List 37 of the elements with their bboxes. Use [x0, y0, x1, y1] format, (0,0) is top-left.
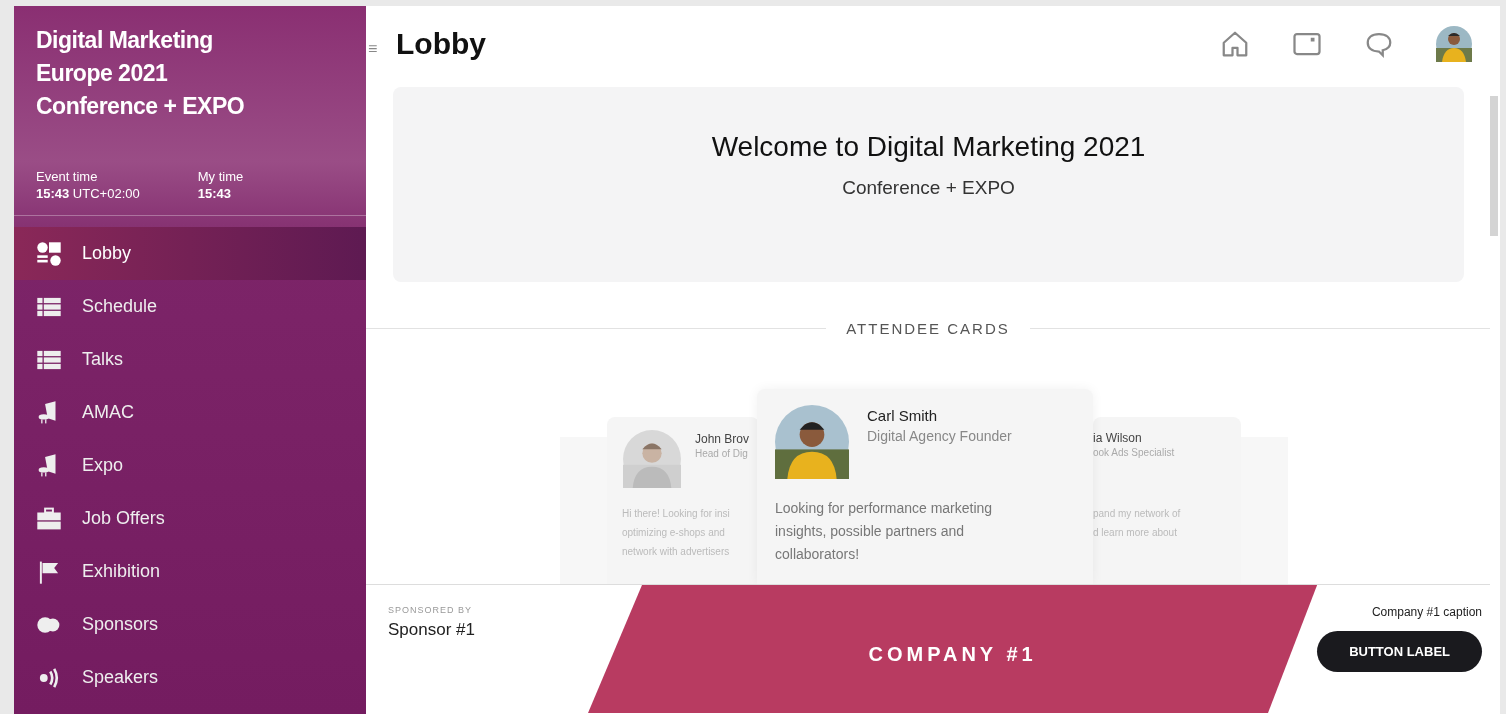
- welcome-title: Welcome to Digital Marketing 2021: [711, 131, 1146, 163]
- event-title: Digital Marketing Europe 2021 Conference + EXPO: [35, 26, 246, 121]
- sponsor-button[interactable]: BUTTON LABEL: [1317, 631, 1482, 672]
- nav-item[interactable]: Sponsors: [14, 598, 366, 651]
- attendee-name: ia Wilson: [1093, 431, 1143, 445]
- attendee-role: ook Ads Specialist: [1093, 447, 1175, 458]
- nav-item[interactable]: Job Offers: [14, 492, 366, 545]
- nav-item[interactable]: Talks: [14, 333, 366, 386]
- attendee-name: Carl Smith: [867, 407, 938, 424]
- welcome-subtitle: Conference + EXPO: [842, 177, 1015, 199]
- attendee-card[interactable]: Carl Smith Digital Agency Founder Looking for performance marketing insights, possible partners and collaborators!: [757, 389, 1093, 584]
- attendee-bio: network with advertisers: [622, 545, 731, 559]
- attendee-name: John Brov: [695, 432, 750, 446]
- my-time: 15:43: [197, 186, 232, 201]
- nav-item[interactable]: Speakers: [14, 651, 366, 704]
- home-icon[interactable]: [1220, 29, 1250, 59]
- grid-icon: [36, 240, 62, 267]
- sponsor-name: Sponsor #1: [388, 620, 476, 640]
- nav-item[interactable]: Schedule: [14, 280, 366, 333]
- attendee-role: Head of Dig: [695, 448, 749, 459]
- event-time: 15:43 UTC+02:00: [36, 186, 140, 201]
- menu-glyph[interactable]: ≡: [366, 40, 396, 58]
- sponsor-caption: Company #1 caption: [1371, 605, 1482, 619]
- scrollbar-thumb[interactable]: [1490, 96, 1498, 236]
- page-title: Lobby: [396, 27, 487, 61]
- nav-item[interactable]: AMAC: [14, 386, 366, 439]
- nav-item[interactable]: Lobby: [14, 227, 366, 280]
- attendee-role: Digital Agency Founder: [867, 428, 1012, 444]
- attendee-bio: Looking for performance marketing insights, possible partners and collaborators!: [775, 499, 994, 564]
- my-time-label: My time: [197, 169, 244, 184]
- sponsor-banner[interactable]: COMPANY #1: [588, 585, 1318, 713]
- nav-item[interactable]: Exhibition: [14, 545, 366, 598]
- section-heading: ATTENDEE CARDS: [846, 320, 1010, 337]
- event-time-label: Event time: [36, 169, 99, 184]
- sponsor-label: SPONSORED BY: [388, 605, 474, 615]
- nav-item[interactable]: Expo: [14, 439, 366, 492]
- briefcase-icon: [36, 505, 62, 532]
